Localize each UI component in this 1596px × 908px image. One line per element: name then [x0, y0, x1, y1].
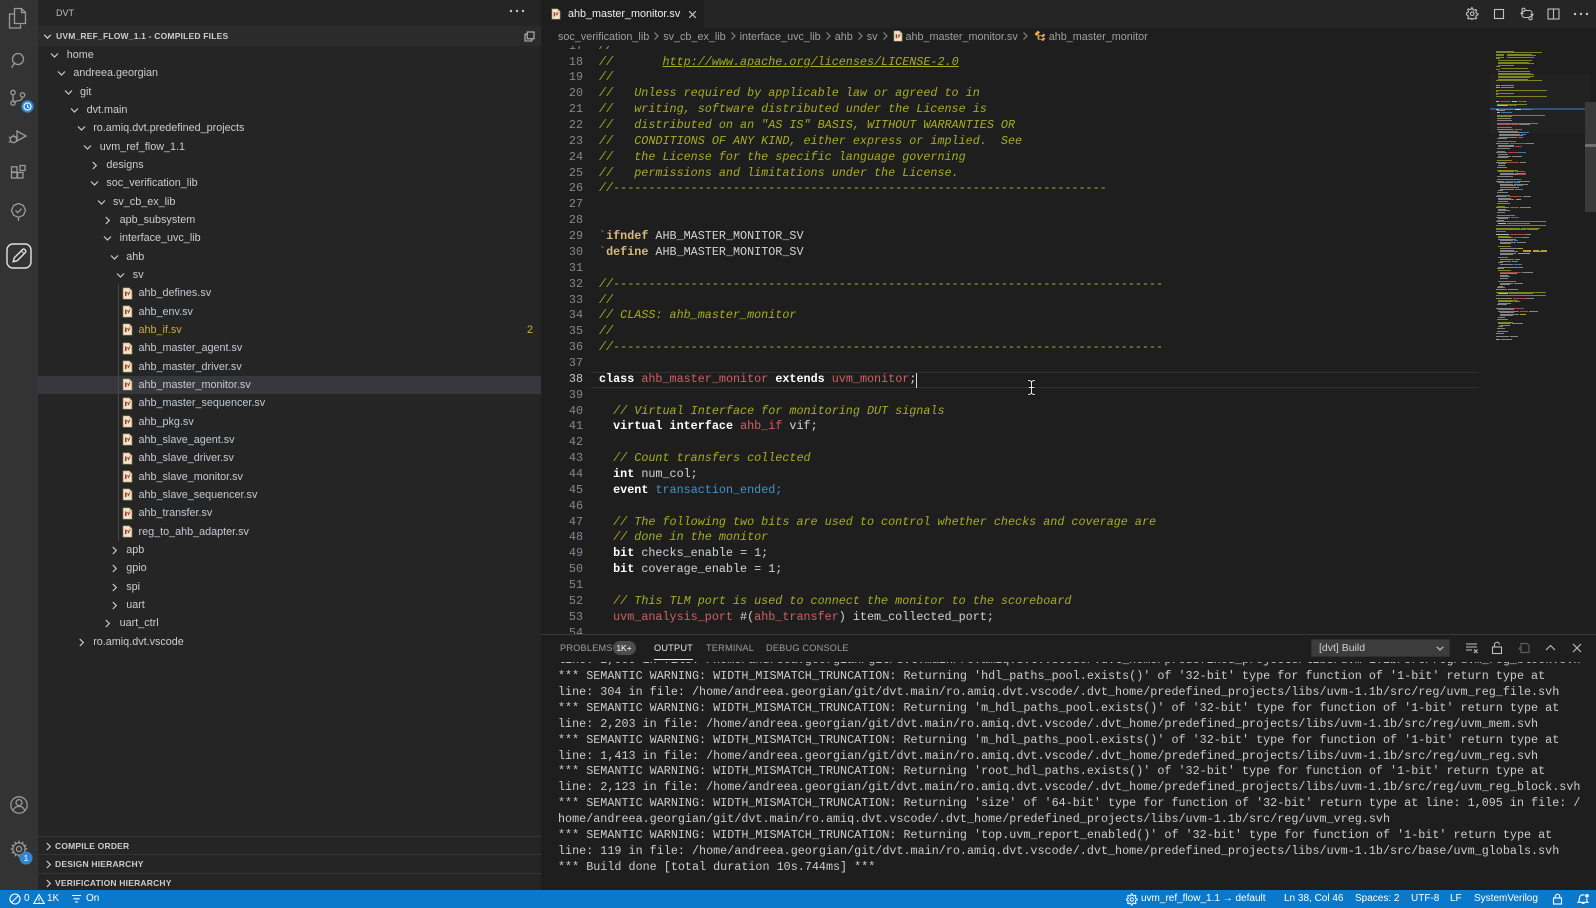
svg-text:1: 1 — [24, 853, 29, 863]
